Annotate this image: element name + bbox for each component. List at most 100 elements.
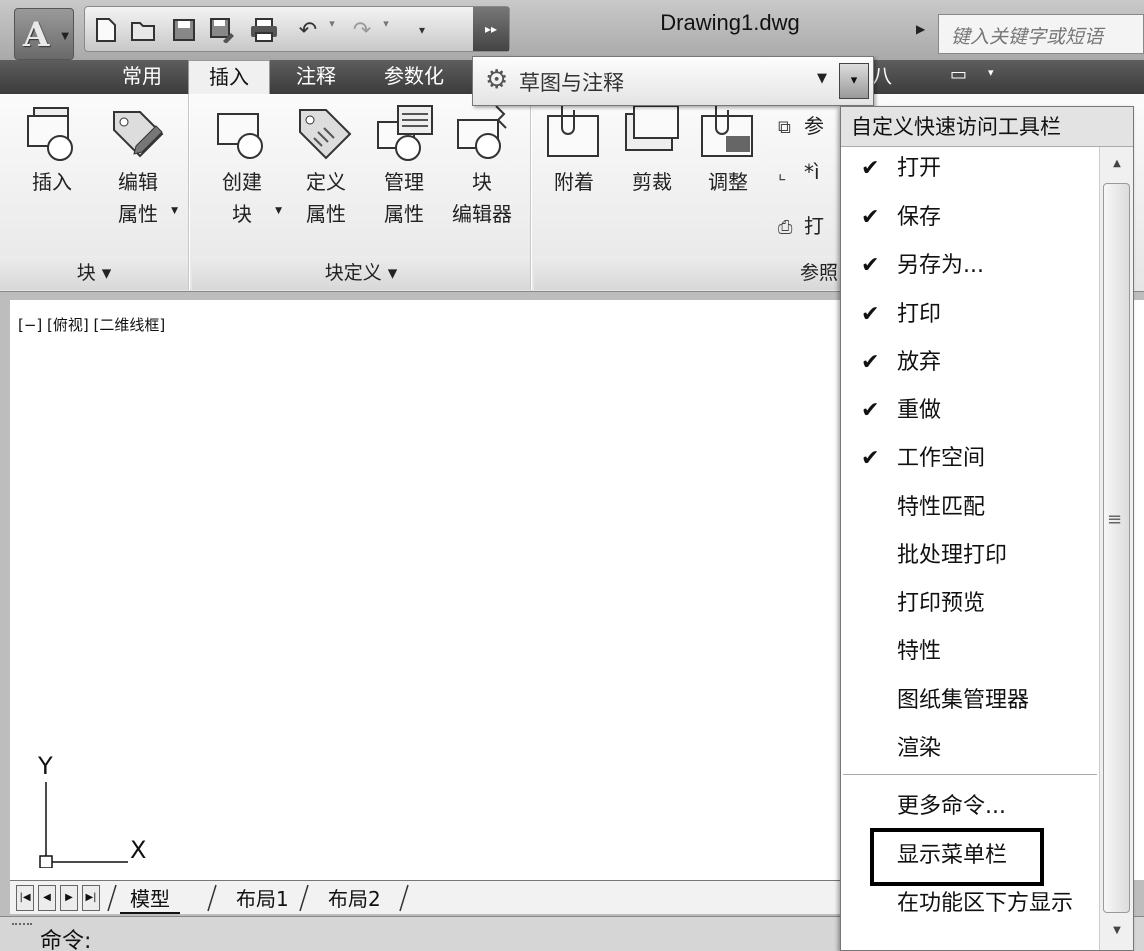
print-icon[interactable] — [249, 15, 279, 45]
reference-small-button-3[interactable]: ⎙ 打 — [778, 210, 838, 240]
redo-icon[interactable]: ↷ — [347, 15, 377, 45]
insert-button[interactable]: 插入 — [16, 102, 88, 198]
insert-block-icon — [27, 107, 73, 161]
panel-divider — [188, 94, 190, 290]
tab-annotate[interactable]: 注释 — [278, 60, 354, 94]
tab-insert[interactable]: 插入 — [188, 60, 270, 94]
menu-divider — [843, 774, 1097, 775]
create-block-button[interactable]: 创建 块 ▼ — [206, 102, 282, 230]
scrollbar-thumb[interactable] — [1103, 183, 1130, 913]
insert-label: 插入 — [32, 170, 72, 194]
chevron-down-icon[interactable]: ▼ — [817, 71, 827, 86]
menu-item-show-below-ribbon[interactable]: 在功能区下方显示 — [841, 880, 1097, 928]
chevron-down-icon[interactable]: ▾ — [988, 66, 994, 79]
save-as-icon[interactable] — [207, 15, 237, 45]
tab-home[interactable]: 常用 — [106, 60, 178, 94]
clip-icon — [625, 105, 679, 151]
more-icon[interactable]: ▾ — [407, 15, 437, 45]
tab-parametric[interactable]: 参数化 — [364, 60, 464, 94]
create-block-icon — [217, 113, 263, 159]
menu-item-workspace[interactable]: ✔ 工作空间 — [841, 435, 1097, 483]
chevron-down-icon[interactable]: ▼ — [171, 206, 178, 216]
menu-item-save-as[interactable]: ✔ 另存为... — [841, 242, 1097, 290]
adjust-button[interactable]: 调整 — [692, 102, 764, 198]
menu-item-save[interactable]: ✔ 保存 — [841, 194, 1097, 242]
block-editor-button[interactable]: 块 编辑器 — [446, 102, 518, 230]
new-icon[interactable] — [91, 15, 121, 45]
manage-attributes-icon — [377, 105, 433, 161]
adjust-icon — [701, 106, 753, 157]
define-attributes-label: 定义 属性 — [306, 170, 346, 226]
quick-access-toolbar: ↶ ▾ ↷ ▾ ▾ ▸▸ — [84, 6, 510, 52]
drag-handle-icon[interactable] — [12, 923, 32, 929]
autocad-logo-icon: A — [23, 15, 50, 55]
menu-item-properties[interactable]: 特性 — [841, 628, 1097, 676]
menu-item-print[interactable]: ✔ 打印 — [841, 291, 1097, 339]
application-menu-button[interactable]: A ▼ — [14, 8, 74, 60]
tag-icon — [299, 109, 352, 160]
edit-attributes-label: 编辑 属性 — [118, 170, 158, 226]
attach-icon — [547, 106, 599, 157]
tag-pencil-icon — [113, 111, 164, 158]
define-attributes-button[interactable]: 定义 属性 — [290, 102, 362, 230]
reference-small-button-1[interactable]: ⧉ 参 — [778, 110, 838, 140]
chevron-down-icon[interactable]: ▼ — [275, 206, 282, 216]
manage-attributes-label: 管理 属性 — [384, 170, 424, 226]
panel-title-block[interactable]: 块 ▾ — [0, 256, 188, 290]
checkmark-icon: ✔ — [861, 253, 880, 278]
customize-qat-menu: 自定义快速访问工具栏 ✔ 打开 ✔ 保存 ✔ 另存为... ✔ 打印 ✔ 放弃 ✔ 重做 ✔… — [840, 106, 1134, 951]
panel-divider — [530, 94, 532, 290]
ucs-y-label: Y — [37, 752, 53, 780]
menu-item-more-commands[interactable]: 更多命令... — [841, 783, 1097, 831]
menu-item-plot-preview[interactable]: 打印预览 — [841, 580, 1097, 628]
redo-dropdown-icon[interactable]: ▾ — [379, 17, 393, 30]
undo-icon[interactable]: ↶ — [293, 15, 323, 45]
panel-title-block-definition[interactable]: 块定义 ▾ — [192, 256, 530, 290]
menu-item-sheet-set-manager[interactable]: 图纸集管理器 — [841, 677, 1097, 725]
menu-item-undo[interactable]: ✔ 放弃 — [841, 339, 1097, 387]
clip-button[interactable]: 剪裁 — [616, 102, 688, 198]
panel-toggle-icon[interactable]: ▭ — [950, 64, 967, 85]
scroll-up-icon[interactable]: ▲ — [1100, 149, 1134, 179]
import-icon: ⎙ — [778, 217, 793, 238]
highlight-box-show-menu-bar — [870, 828, 1044, 886]
undo-dropdown-icon[interactable]: ▾ — [325, 17, 339, 30]
layout-tab-slants — [107, 884, 409, 912]
save-icon[interactable] — [169, 15, 199, 45]
ucs-icon: Y X — [37, 752, 146, 868]
edit-attributes-button[interactable]: 编辑 属性 ▼ — [102, 102, 178, 230]
menu-item-render[interactable]: 渲染 — [841, 725, 1097, 773]
open-icon[interactable] — [129, 15, 159, 45]
checkmark-icon: ✔ — [861, 398, 880, 423]
menu-item-batch-plot[interactable]: 批处理打印 — [841, 532, 1097, 580]
manage-attributes-button[interactable]: 管理 属性 — [368, 102, 440, 230]
clip-label: 剪裁 — [632, 170, 672, 194]
attach-button[interactable]: 附着 — [538, 102, 610, 198]
chevron-down-icon: ▼ — [61, 31, 69, 42]
viewport-controls[interactable]: [−] [俯视] [二维线框] — [18, 314, 165, 335]
document-title: Drawing1.dwg — [660, 10, 800, 35]
attach-label: 附着 — [554, 170, 594, 194]
checkmark-icon: ✔ — [861, 156, 880, 181]
play-icon[interactable]: ▶ — [916, 22, 925, 36]
menu-scrollbar[interactable]: ▲ ≡ ▼ — [1099, 147, 1133, 950]
adjust-label: 调整 — [708, 170, 748, 194]
field-icon: ⌞ — [778, 163, 787, 184]
menu-item-match-properties[interactable]: 特性匹配 — [841, 484, 1097, 532]
menu-item-redo[interactable]: ✔ 重做 — [841, 387, 1097, 435]
block-editor-label: 块 编辑器 — [452, 170, 512, 226]
tab-partial-label[interactable]: 八 — [872, 60, 892, 92]
reference-small-button-2[interactable]: ⌞ *ì — [778, 160, 838, 190]
menu-item-open[interactable]: ✔ 打开 — [841, 145, 1097, 193]
ucs-x-label: X — [130, 836, 146, 864]
gear-icon: ⚙ — [485, 65, 509, 95]
qat-overflow-button[interactable]: ▸▸ — [473, 7, 509, 51]
checkmark-icon: ✔ — [861, 302, 880, 327]
layout-tab-bar: |◀ ◀ ▶ ▶| 模型 布局1 布局2 — [10, 880, 840, 914]
search-input[interactable]: 键入关键字或短语 — [938, 14, 1144, 54]
workspace-switcher[interactable]: ⚙ 草图与注释 ▼ ▾ — [472, 56, 874, 106]
scroll-down-icon[interactable]: ▼ — [1100, 916, 1134, 946]
checkmark-icon: ✔ — [861, 205, 880, 230]
checkmark-icon: ✔ — [861, 350, 880, 375]
customize-qat-button[interactable]: ▾ — [839, 63, 869, 99]
